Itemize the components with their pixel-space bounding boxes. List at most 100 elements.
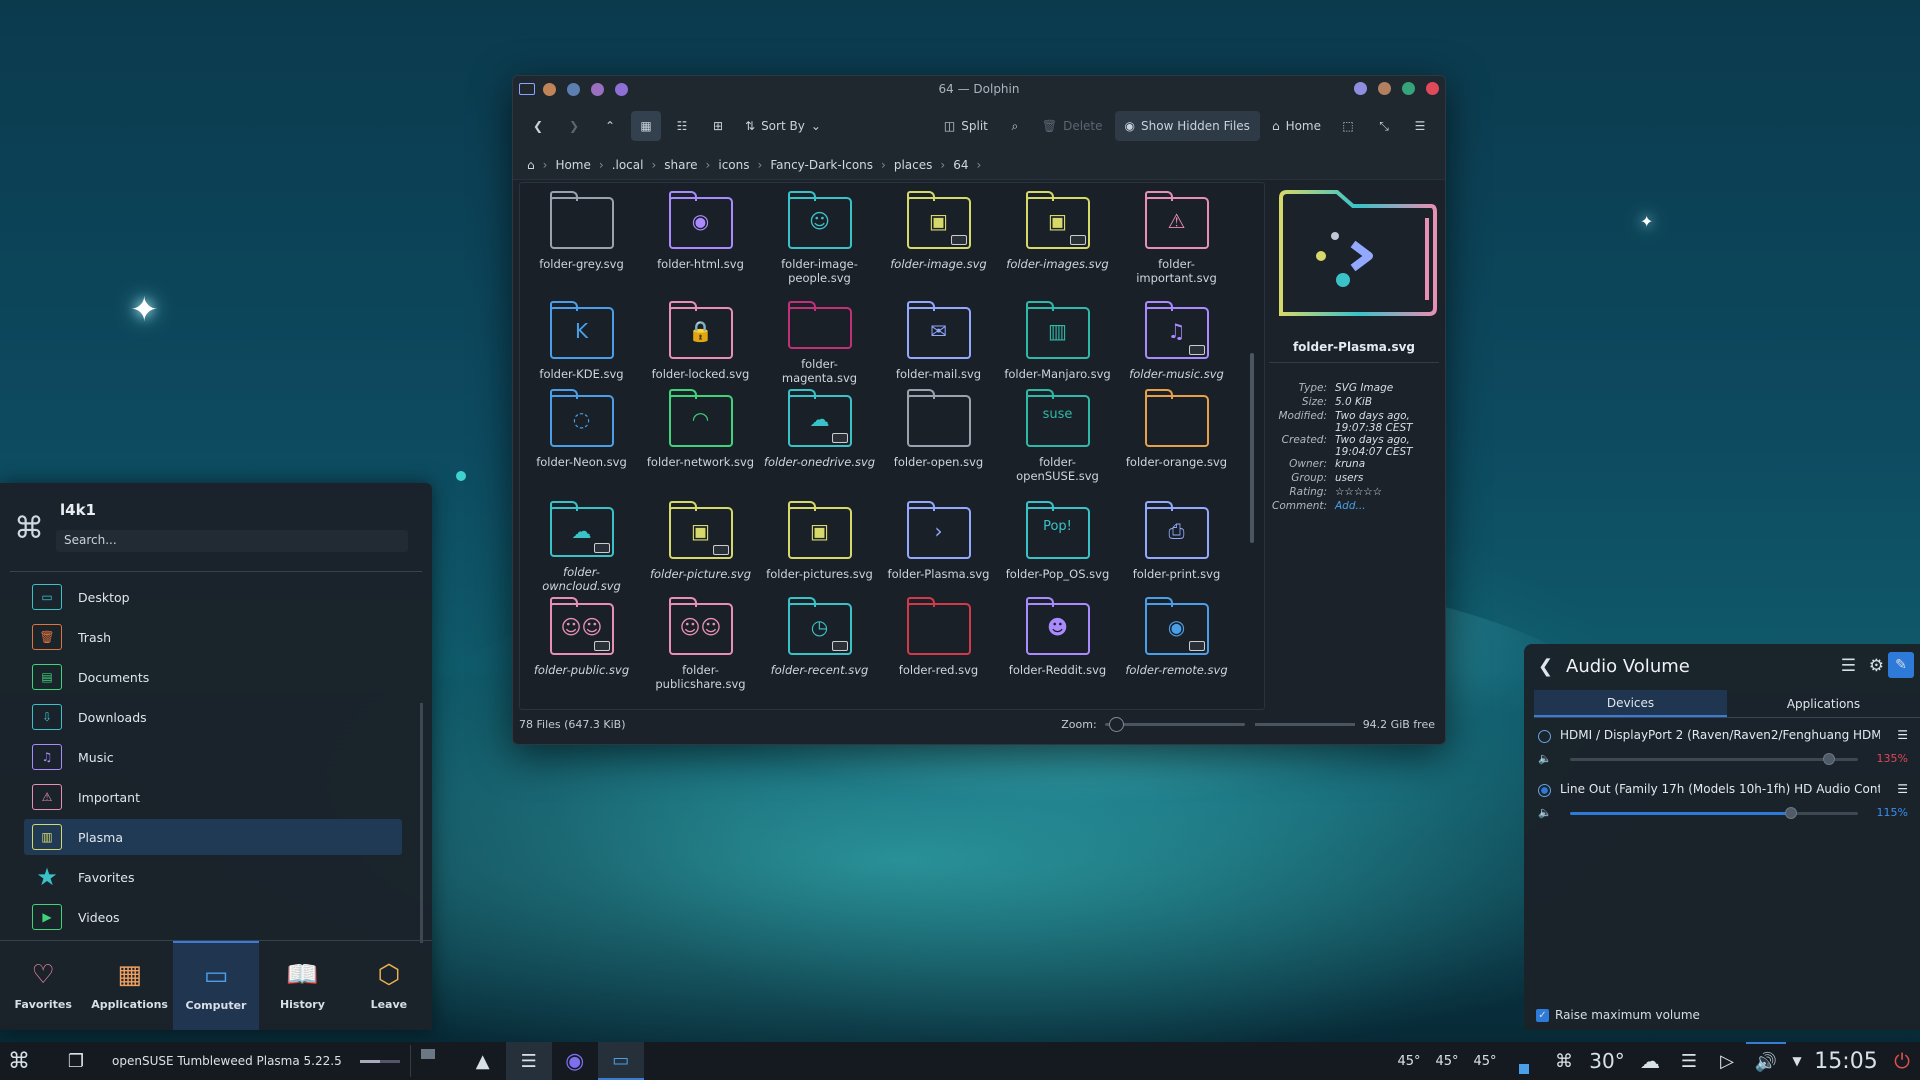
breadcrumb-item[interactable]: share — [664, 158, 697, 172]
launcher-item[interactable]: ▭ Desktop — [24, 579, 402, 615]
file-item[interactable]: 🔒 folder-locked.svg — [641, 301, 760, 385]
device-radio[interactable] — [1538, 784, 1551, 797]
clock[interactable]: 15:05 — [1808, 1042, 1884, 1080]
icons-view-button[interactable]: ▦ — [631, 111, 661, 141]
launcher-item[interactable]: ▤ Documents — [24, 659, 402, 695]
launcher-item[interactable]: ♫ Music — [24, 739, 402, 775]
tab-devices[interactable]: Devices — [1534, 690, 1727, 717]
launcher-item[interactable]: ⇩ Downloads — [24, 699, 402, 735]
root-home-icon[interactable]: ⌂ — [527, 158, 535, 172]
breadcrumb-item[interactable]: 64 — [953, 158, 968, 172]
pager-desktop[interactable] — [409, 1045, 456, 1077]
breadcrumb-item[interactable]: icons — [718, 158, 749, 172]
file-item[interactable]: folder-open.svg — [879, 389, 998, 497]
nav-tab[interactable]: ▭ Computer — [172, 941, 260, 1030]
firefox-icon[interactable]: ◉ — [552, 1042, 598, 1080]
file-item[interactable]: folder-red.svg — [879, 597, 998, 703]
search-button[interactable]: ⌕ — [1000, 111, 1030, 141]
title-bar[interactable]: 64 — Dolphin — [513, 76, 1445, 102]
nav-tab[interactable]: 📖 History — [259, 941, 345, 1030]
split-button[interactable]: ◫ Split — [938, 111, 994, 141]
file-item[interactable]: Kfolder-KDE.svg — [522, 301, 641, 385]
file-item[interactable]: ▣ folder-image.svg — [879, 191, 998, 297]
power-icon[interactable]: ⏻ — [1884, 1042, 1920, 1080]
file-item[interactable]: ☺ folder-image-people.svg — [760, 191, 879, 297]
launcher-button[interactable]: ⌘ — [0, 1042, 38, 1080]
breadcrumb-item[interactable]: Home — [555, 158, 590, 172]
volume-icon[interactable]: 🔊 — [1746, 1042, 1786, 1080]
file-item[interactable]: ♫ folder-music.svg — [1117, 301, 1236, 385]
dolphin-task-icon[interactable]: ▭ — [597, 1042, 644, 1080]
pager-icon[interactable]: ❐ — [56, 1042, 96, 1080]
breadcrumb-item[interactable]: Fancy-Dark-Icons — [770, 158, 873, 172]
volume-slider[interactable] — [1570, 807, 1858, 819]
fullscreen-button[interactable]: ⤡ — [1369, 111, 1399, 141]
file-item[interactable]: › folder-Plasma.svg — [879, 501, 998, 593]
file-item[interactable]: ☁ folder-owncloud.svg — [522, 501, 641, 593]
speaker-icon[interactable]: 🔈 — [1538, 806, 1552, 819]
speaker-icon[interactable]: 🔈 — [1538, 752, 1552, 765]
details-view-button[interactable]: ⊞ — [703, 111, 733, 141]
cloud-icon[interactable]: ☁ — [1630, 1042, 1670, 1080]
launcher-item[interactable]: ▥ Plasma — [24, 819, 402, 855]
file-item[interactable]: ◷ folder-recent.svg — [760, 597, 879, 703]
file-item[interactable]: folder-grey.svg — [522, 191, 641, 297]
launcher-item[interactable]: ★ Favorites — [24, 859, 402, 895]
expand-tray-icon[interactable]: ▼ — [1786, 1042, 1808, 1080]
file-item[interactable]: ▥ folder-Manjaro.svg — [998, 301, 1117, 385]
device-menu-icon[interactable]: ☰ — [1897, 782, 1908, 796]
launcher-item[interactable]: ▶ Videos — [24, 899, 402, 931]
minimize-button[interactable] — [1402, 82, 1415, 95]
settings-app-icon[interactable]: ☰ — [505, 1042, 552, 1080]
compact-view-button[interactable]: ☷ — [667, 111, 697, 141]
wind-icon[interactable]: ☰ — [1670, 1042, 1708, 1080]
kdeconnect-icon[interactable]: ⌘ — [1544, 1042, 1584, 1080]
shade-button[interactable] — [1378, 82, 1391, 95]
file-item[interactable]: ⎙ folder-print.svg — [1117, 501, 1236, 593]
file-item[interactable]: ☺☺ folder-public.svg — [522, 597, 641, 703]
file-item[interactable]: folder-magenta.svg — [760, 301, 879, 385]
select-button[interactable]: ⬚ — [1333, 111, 1363, 141]
nav-tab[interactable]: ⬡ Leave — [346, 941, 432, 1030]
raise-volume-checkbox[interactable]: ✓ Raise maximum volume — [1536, 1008, 1700, 1022]
device-radio[interactable] — [1538, 730, 1551, 743]
close-button[interactable] — [1426, 82, 1439, 95]
launcher-scrollbar[interactable] — [420, 703, 423, 943]
pin-icon[interactable]: ✎ — [1888, 652, 1914, 678]
back-icon[interactable]: ❮ — [1538, 656, 1553, 677]
hamburger-menu-button[interactable]: ☰ — [1405, 111, 1435, 141]
file-item[interactable]: ☺☺ folder-publicshare.svg — [641, 597, 760, 703]
zoom-slider[interactable] — [1104, 716, 1245, 732]
show-hidden-files-button[interactable]: ◉ Show Hidden Files — [1114, 111, 1260, 141]
home-button[interactable]: ⌂ Home — [1266, 111, 1327, 141]
file-item[interactable]: ⚠ folder-important.svg — [1117, 191, 1236, 297]
info-value[interactable]: Add... — [1335, 500, 1431, 512]
media-play-icon[interactable]: ▷ — [1708, 1042, 1746, 1080]
breadcrumb-item[interactable]: .local — [612, 158, 644, 172]
file-item[interactable]: ▣ folder-picture.svg — [641, 501, 760, 593]
file-item[interactable]: ◌ folder-Neon.svg — [522, 389, 641, 497]
menu-icon[interactable]: ☰ — [1841, 656, 1856, 676]
volume-mini-slider[interactable] — [359, 1059, 400, 1063]
tab-applications[interactable]: Applications — [1727, 690, 1920, 717]
file-item[interactable]: ◉ folder-html.svg — [641, 191, 760, 297]
kate-icon[interactable]: ▲ — [460, 1042, 506, 1080]
file-item[interactable]: ◉ folder-remote.svg — [1117, 597, 1236, 703]
file-item[interactable]: folder-orange.svg — [1117, 389, 1236, 497]
sort-by-button[interactable]: ⇅ Sort By ⌄ — [739, 111, 827, 141]
launcher-item[interactable]: ⚠ Important — [24, 779, 402, 815]
volume-slider[interactable] — [1570, 753, 1858, 765]
launcher-item[interactable]: 🗑 Trash — [24, 619, 402, 655]
settings-icon[interactable]: ⚙ — [1869, 656, 1884, 676]
file-item[interactable]: suse folder-openSUSE.svg — [998, 389, 1117, 497]
file-item[interactable]: ◠ folder-network.svg — [641, 389, 760, 497]
search-input[interactable]: Search... — [56, 530, 408, 552]
nav-tab[interactable]: ▦ Applications — [86, 941, 172, 1030]
device-menu-icon[interactable]: ☰ — [1897, 728, 1908, 742]
file-item[interactable]: ▣ folder-pictures.svg — [760, 501, 879, 593]
keep-above-button[interactable] — [1354, 82, 1367, 95]
delete-button[interactable]: 🗑 Delete — [1036, 111, 1109, 141]
up-button[interactable]: ⌃ — [595, 111, 625, 141]
file-item[interactable]: ☻ folder-Reddit.svg — [998, 597, 1117, 703]
nav-tab[interactable]: ♡ Favorites — [0, 941, 86, 1030]
